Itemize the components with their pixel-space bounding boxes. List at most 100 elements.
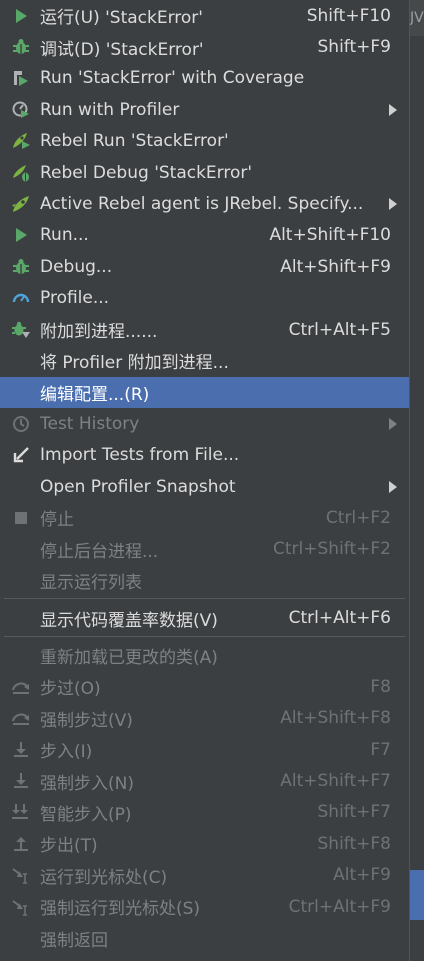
menu-item-item-16: 停止 Ctrl+F2 (0, 502, 409, 533)
menu-item-label: Open Profiler Snapshot (40, 476, 236, 497)
menu-item-label: 调试(D) 'StackError' (40, 39, 204, 60)
menu-item-shortcut: Ctrl+Shift+F2 (273, 539, 391, 560)
menu-item-shortcut: F8 (370, 676, 391, 697)
menu-item-label: 步过(O) (40, 679, 101, 700)
background-tab-edge: JV (410, 0, 424, 36)
smart-step-into-icon (8, 797, 34, 828)
menu-item-label: 强制返回 (40, 930, 108, 951)
icon-placeholder (8, 471, 34, 502)
menu-item-label: Debug... (40, 256, 113, 277)
menu-item-shortcut: Alt+F9 (333, 865, 391, 886)
run-context-menu: 运行(U) 'StackError' Shift+F10 调试(D) 'StackE… (0, 0, 410, 961)
menu-item-open-profiler-snapshot[interactable]: Open Profiler Snapshot (0, 471, 409, 502)
profile-gauge-icon (8, 283, 34, 314)
icon-placeholder (8, 640, 34, 671)
menu-item-label: 显示代码覆盖率数据(V) (40, 610, 218, 631)
menu-item-item-28: 步出(T) Shift+F8 (0, 828, 409, 859)
menu-item-run-stackerror-with-coverage[interactable]: Run 'StackError' with Coverage (0, 63, 409, 94)
menu-item-item-22: 重新加载已更改的类(A) (0, 640, 409, 671)
menu-item-label: 运行(U) 'StackError' (40, 8, 203, 29)
menu-item-active-rebel-agent-is-jrebel-specify[interactable]: Active Rebel agent is JRebel. Specify... (0, 188, 409, 219)
menu-item-label: Rebel Run 'StackError' (40, 131, 229, 152)
run-icon (8, 220, 34, 251)
icon-placeholder (8, 377, 34, 408)
menu-item-debug[interactable]: Debug... Alt+Shift+F9 (0, 251, 409, 282)
icon-placeholder (8, 923, 34, 954)
rebel-debug-icon (8, 157, 34, 188)
rebel-run-icon (8, 126, 34, 157)
background-selection-edge (410, 870, 424, 920)
icon-placeholder (8, 534, 34, 565)
submenu-arrow-icon (389, 417, 397, 430)
import-arrow-icon (8, 440, 34, 471)
menu-item-label: Active Rebel agent is JRebel. Specify... (40, 194, 364, 215)
force-step-over-icon (8, 703, 34, 734)
step-out-icon (8, 828, 34, 859)
run-icon (8, 0, 34, 31)
step-into-icon (8, 734, 34, 765)
menu-item-item-20[interactable]: 显示代码覆盖率数据(V) Ctrl+Alt+F6 (0, 602, 409, 633)
menu-item-label: 强制运行到光标处(S) (40, 899, 201, 920)
menu-item-label: 重新加载已更改的类(A) (40, 648, 218, 668)
menu-item-label: Run with Profiler (40, 99, 180, 120)
menu-item-item-30: 强制运行到光标处(S) Ctrl+Alt+F9 (0, 891, 409, 922)
menu-item-label: 显示运行列表 (40, 573, 142, 594)
stop-square-icon (8, 502, 34, 533)
background-editor-strip: JV (410, 0, 424, 961)
rebel-agent-icon (8, 189, 34, 220)
attach-debugger-icon (8, 314, 34, 345)
menu-item-label: 将 Profiler 附加到进程... (40, 353, 229, 374)
menu-item-label: 智能步入(P) (40, 804, 132, 825)
run-to-cursor-icon (8, 860, 34, 891)
submenu-arrow-icon (389, 480, 397, 493)
menu-item-shortcut: Ctrl+Alt+F9 (288, 896, 391, 917)
debug-bug-icon (8, 32, 34, 63)
menu-item-shortcut: Alt+Shift+F10 (269, 225, 391, 246)
run-with-coverage-icon (8, 63, 34, 94)
menu-item-item-27: 智能步入(P) Shift+F7 (0, 797, 409, 828)
menu-item-test-history: Test History (0, 408, 409, 439)
menu-item-label: 步出(T) (40, 836, 98, 857)
menu-item-shortcut: Ctrl+Alt+F6 (288, 608, 391, 629)
menu-item-label: Run 'StackError' with Coverage (40, 68, 305, 89)
icon-placeholder (8, 345, 34, 376)
submenu-arrow-icon (389, 198, 397, 211)
menu-item-label: 编辑配置...(R) (40, 384, 150, 405)
menu-item-item-29: 运行到光标处(C) Alt+F9 (0, 860, 409, 891)
menu-item-rebel-run-stackerror[interactable]: Rebel Run 'StackError' (0, 126, 409, 157)
menu-item-import-tests-from-file[interactable]: Import Tests from File... (0, 439, 409, 470)
menu-item-label: Import Tests from File... (40, 445, 240, 466)
menu-item-label: 运行到光标处(C) (40, 867, 168, 888)
menu-item-profile[interactable]: Profile... (0, 283, 409, 314)
menu-item-shortcut: F7 (370, 739, 391, 760)
menu-item-d-stackerror[interactable]: 调试(D) 'StackError' Shift+F9 (0, 31, 409, 62)
menu-item-item-31: 强制返回 (0, 922, 409, 953)
menu-item-run[interactable]: Run... Alt+Shift+F10 (0, 220, 409, 251)
menu-item-item-25: 步入(I) F7 (0, 734, 409, 765)
menu-item-shortcut: Ctrl+F2 (325, 507, 391, 528)
menu-item-shortcut: Shift+F10 (306, 5, 391, 26)
menu-item-u-stackerror[interactable]: 运行(U) 'StackError' Shift+F10 (0, 0, 409, 31)
menu-item-rebel-debug-stackerror[interactable]: Rebel Debug 'StackError' (0, 157, 409, 188)
menu-item-label: 停止后台进程... (40, 541, 159, 562)
menu-item-label: 附加到进程...... (40, 322, 158, 343)
menu-item-item-23: 步过(O) F8 (0, 671, 409, 702)
icon-placeholder (8, 565, 34, 596)
menu-item-label: 强制步入(N) (40, 773, 134, 794)
submenu-arrow-icon (389, 103, 397, 116)
icon-placeholder (8, 603, 34, 634)
profiler-icon (8, 94, 34, 125)
menu-item-profiler[interactable]: 将 Profiler 附加到进程... (0, 345, 409, 376)
menu-item-label: 停止 (40, 510, 74, 531)
menu-item-item-12[interactable]: 编辑配置...(R) (0, 376, 409, 409)
force-step-into-icon (8, 766, 34, 797)
menu-item-item-26: 强制步入(N) Alt+Shift+F7 (0, 765, 409, 796)
menu-item-shortcut: Alt+Shift+F8 (280, 708, 391, 729)
menu-item-shortcut: Ctrl+Alt+F5 (288, 319, 391, 340)
menu-item-shortcut: Shift+F8 (317, 833, 391, 854)
menu-item-item-18: 显示运行列表 (0, 565, 409, 596)
menu-item-run-with-profiler[interactable]: Run with Profiler (0, 94, 409, 125)
menu-item-item-10[interactable]: 附加到进程...... Ctrl+Alt+F5 (0, 314, 409, 345)
menu-item-label: 步入(I) (40, 742, 93, 763)
step-over-icon (8, 671, 34, 702)
